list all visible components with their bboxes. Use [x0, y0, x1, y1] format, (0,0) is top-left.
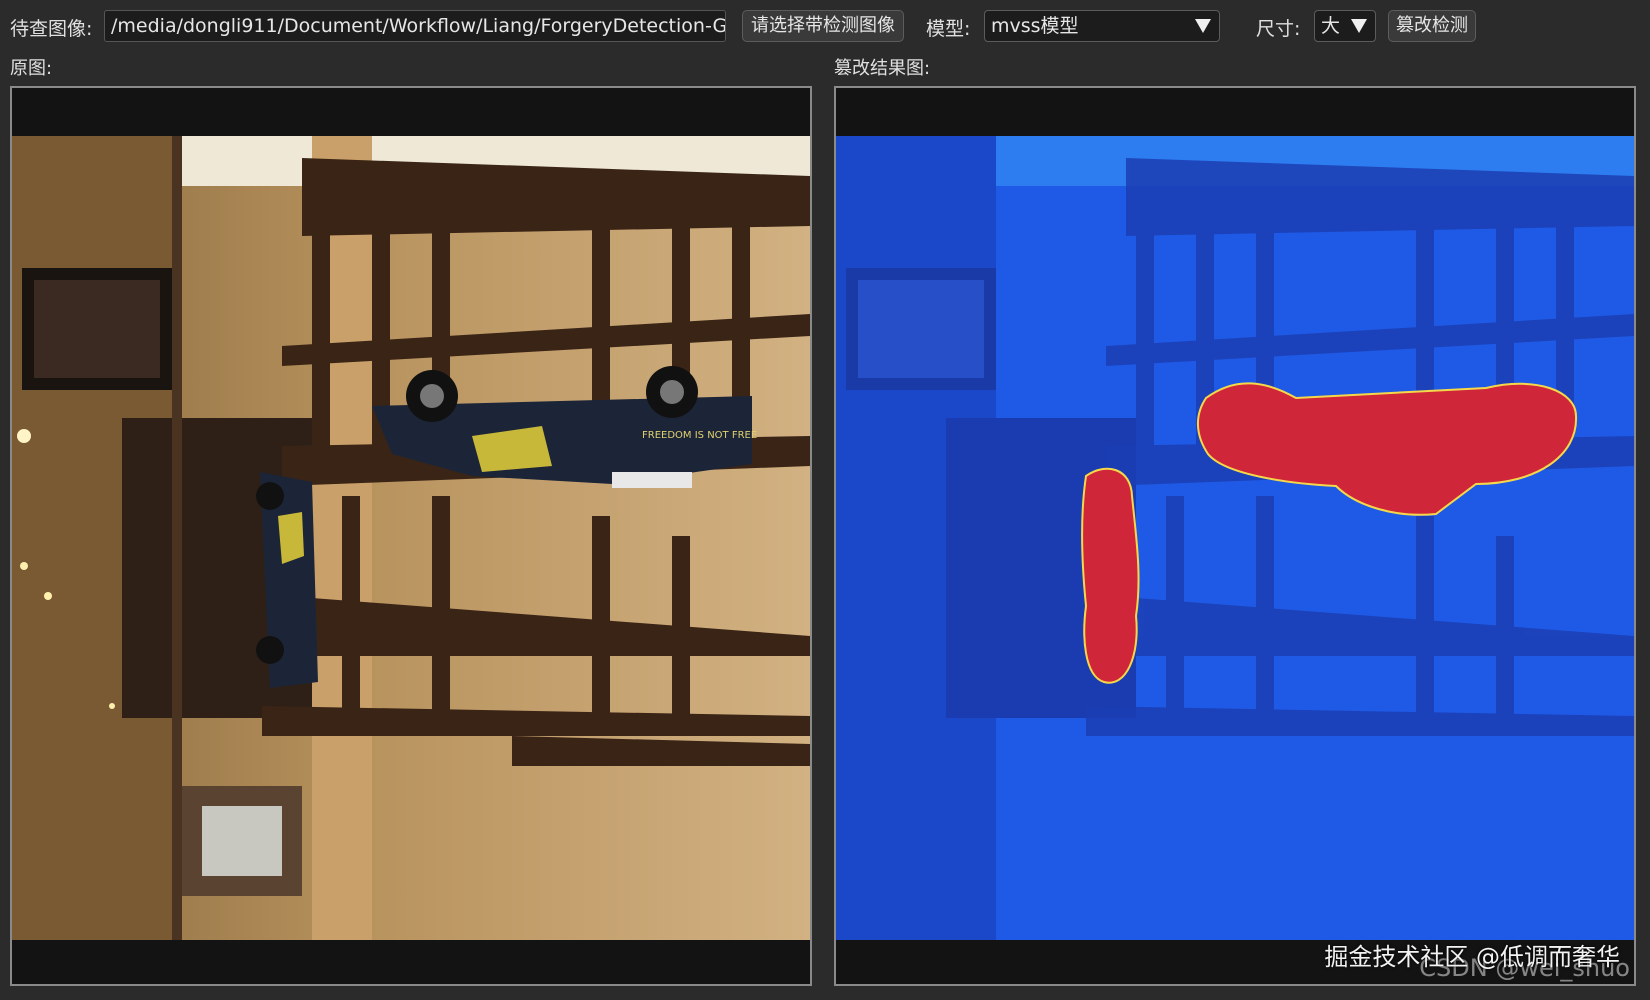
image-path-label: 待查图像: — [10, 18, 93, 40]
size-select-value: 大 — [1321, 15, 1341, 37]
image-path-input[interactable]: /media/dongli911/Document/Workflow/Liang… — [104, 10, 726, 42]
result-image-panel: CSDN @wei_shuo 掘金技术社区 @低调而奢华 — [834, 86, 1636, 986]
model-select[interactable]: mvss模型 — [984, 10, 1220, 42]
car-decal-text: FREEDOM IS NOT FREE — [642, 430, 757, 441]
result-heatmap-graphic — [836, 136, 1634, 940]
size-label: 尺寸: — [1256, 18, 1301, 40]
model-label: 模型: — [926, 18, 971, 40]
tamper-region-small — [1081, 467, 1140, 684]
original-image-graphic: FREEDOM IS NOT FREE — [12, 136, 810, 940]
result-image — [836, 136, 1634, 940]
toolbar: 待查图像: /media/dongli911/Document/Workflow… — [0, 0, 1650, 54]
original-image-panel: FREEDOM IS NOT FREE — [10, 86, 812, 986]
chevron-down-icon — [1195, 19, 1211, 33]
select-image-button[interactable]: 请选择带检测图像 — [742, 10, 904, 42]
result-image-label: 篡改结果图: — [834, 58, 931, 79]
original-image-label: 原图: — [10, 58, 53, 79]
pasted-car-small — [256, 472, 318, 688]
detect-button[interactable]: 篡改检测 — [1388, 10, 1476, 42]
chevron-down-icon — [1351, 19, 1367, 33]
model-select-value: mvss模型 — [991, 15, 1079, 37]
watermark-primary: 掘金技术社区 @低调而奢华 — [1324, 943, 1620, 971]
original-image: FREEDOM IS NOT FREE — [12, 136, 810, 940]
size-select[interactable]: 大 — [1314, 10, 1376, 42]
